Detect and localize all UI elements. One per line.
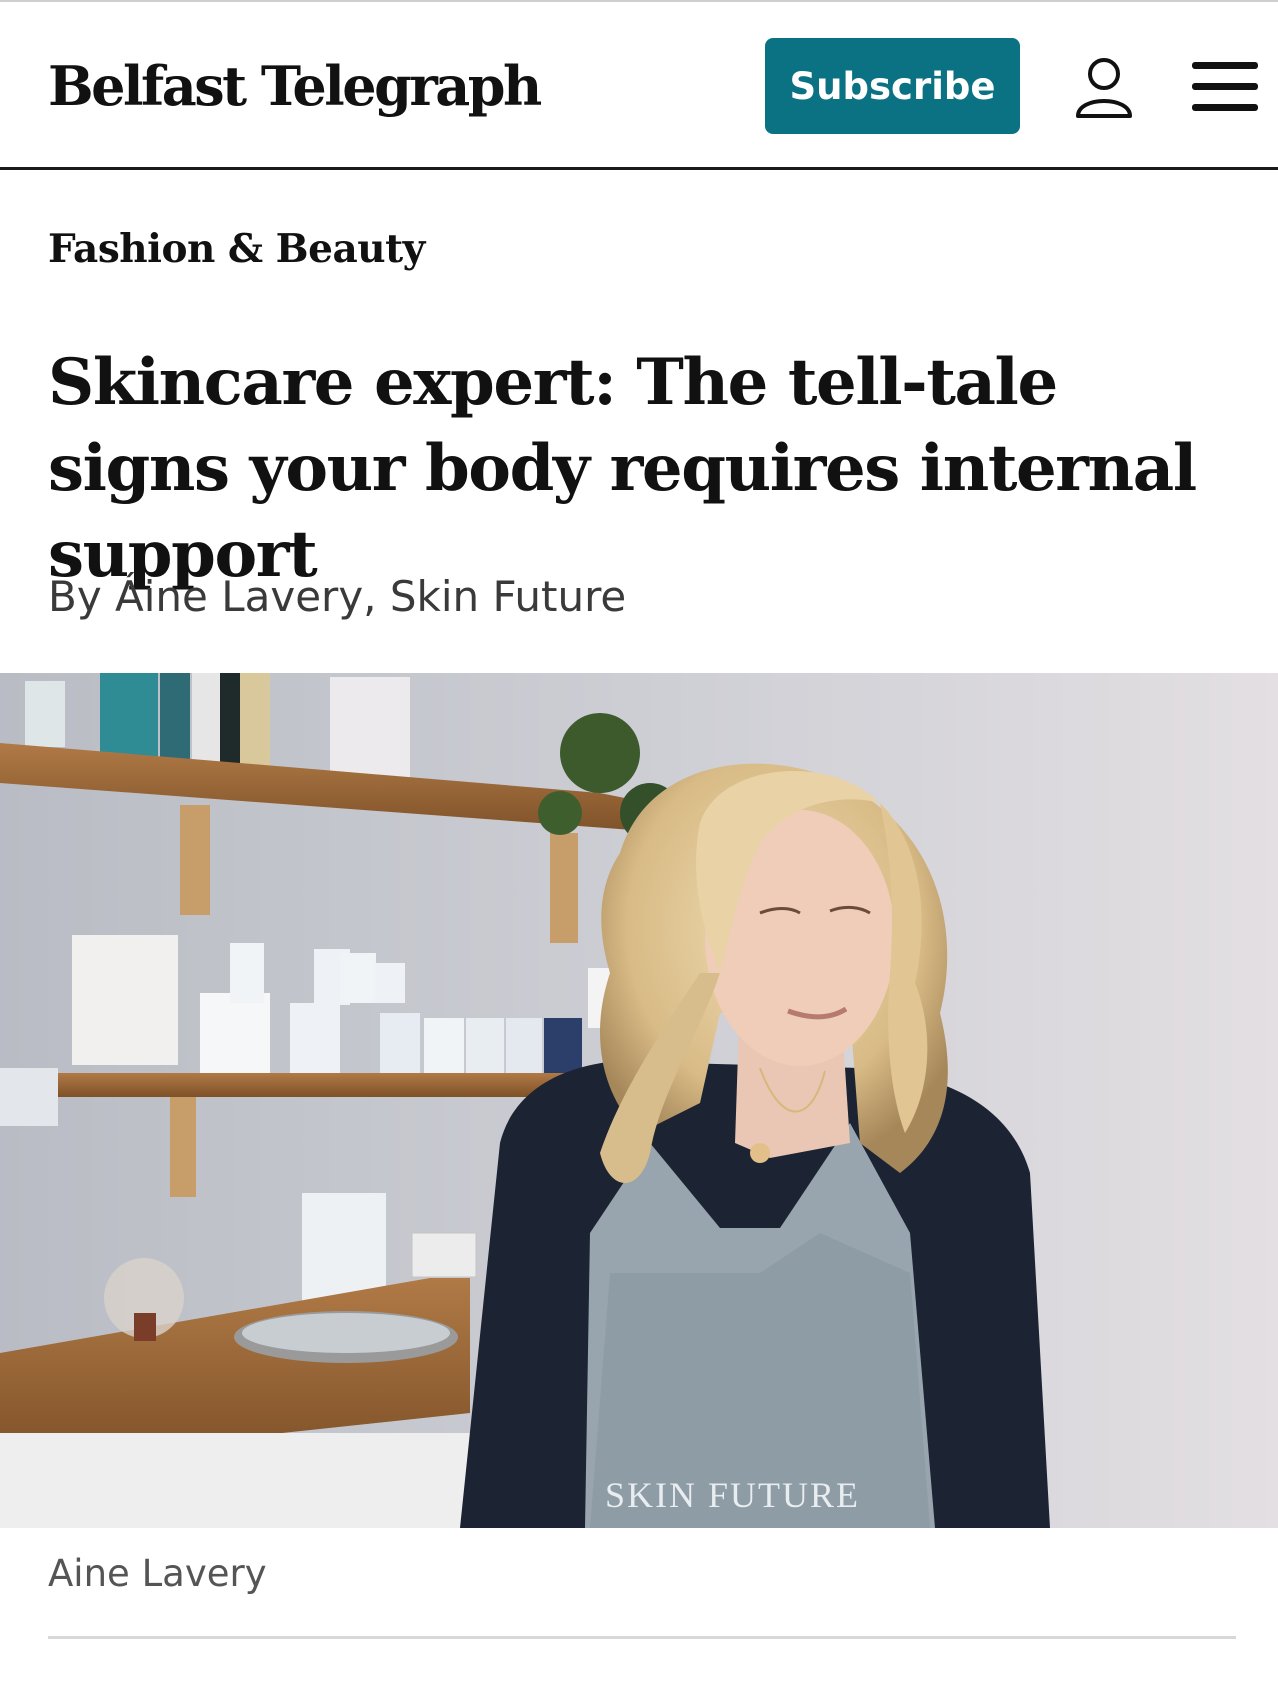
user-icon[interactable]: [1074, 56, 1134, 120]
image-caption: Aine Lavery: [48, 1552, 267, 1595]
divider: [48, 1636, 1236, 1639]
site-logo[interactable]: Belfast Telegraph: [48, 54, 542, 118]
apron-text: SKIN FUTURE: [605, 1475, 860, 1515]
article-byline: By Áine Lavery, Skin Future: [48, 572, 627, 621]
hamburger-menu-icon[interactable]: [1192, 60, 1258, 114]
article-photo: SKIN FUTURE: [0, 673, 1278, 1528]
article-headline: Skincare expert: The tell-tale signs you…: [48, 345, 1197, 592]
subscribe-button[interactable]: Subscribe: [765, 38, 1020, 134]
section-label[interactable]: Fashion & Beauty: [48, 226, 425, 272]
site-header: Belfast Telegraph Subscribe: [0, 2, 1278, 170]
